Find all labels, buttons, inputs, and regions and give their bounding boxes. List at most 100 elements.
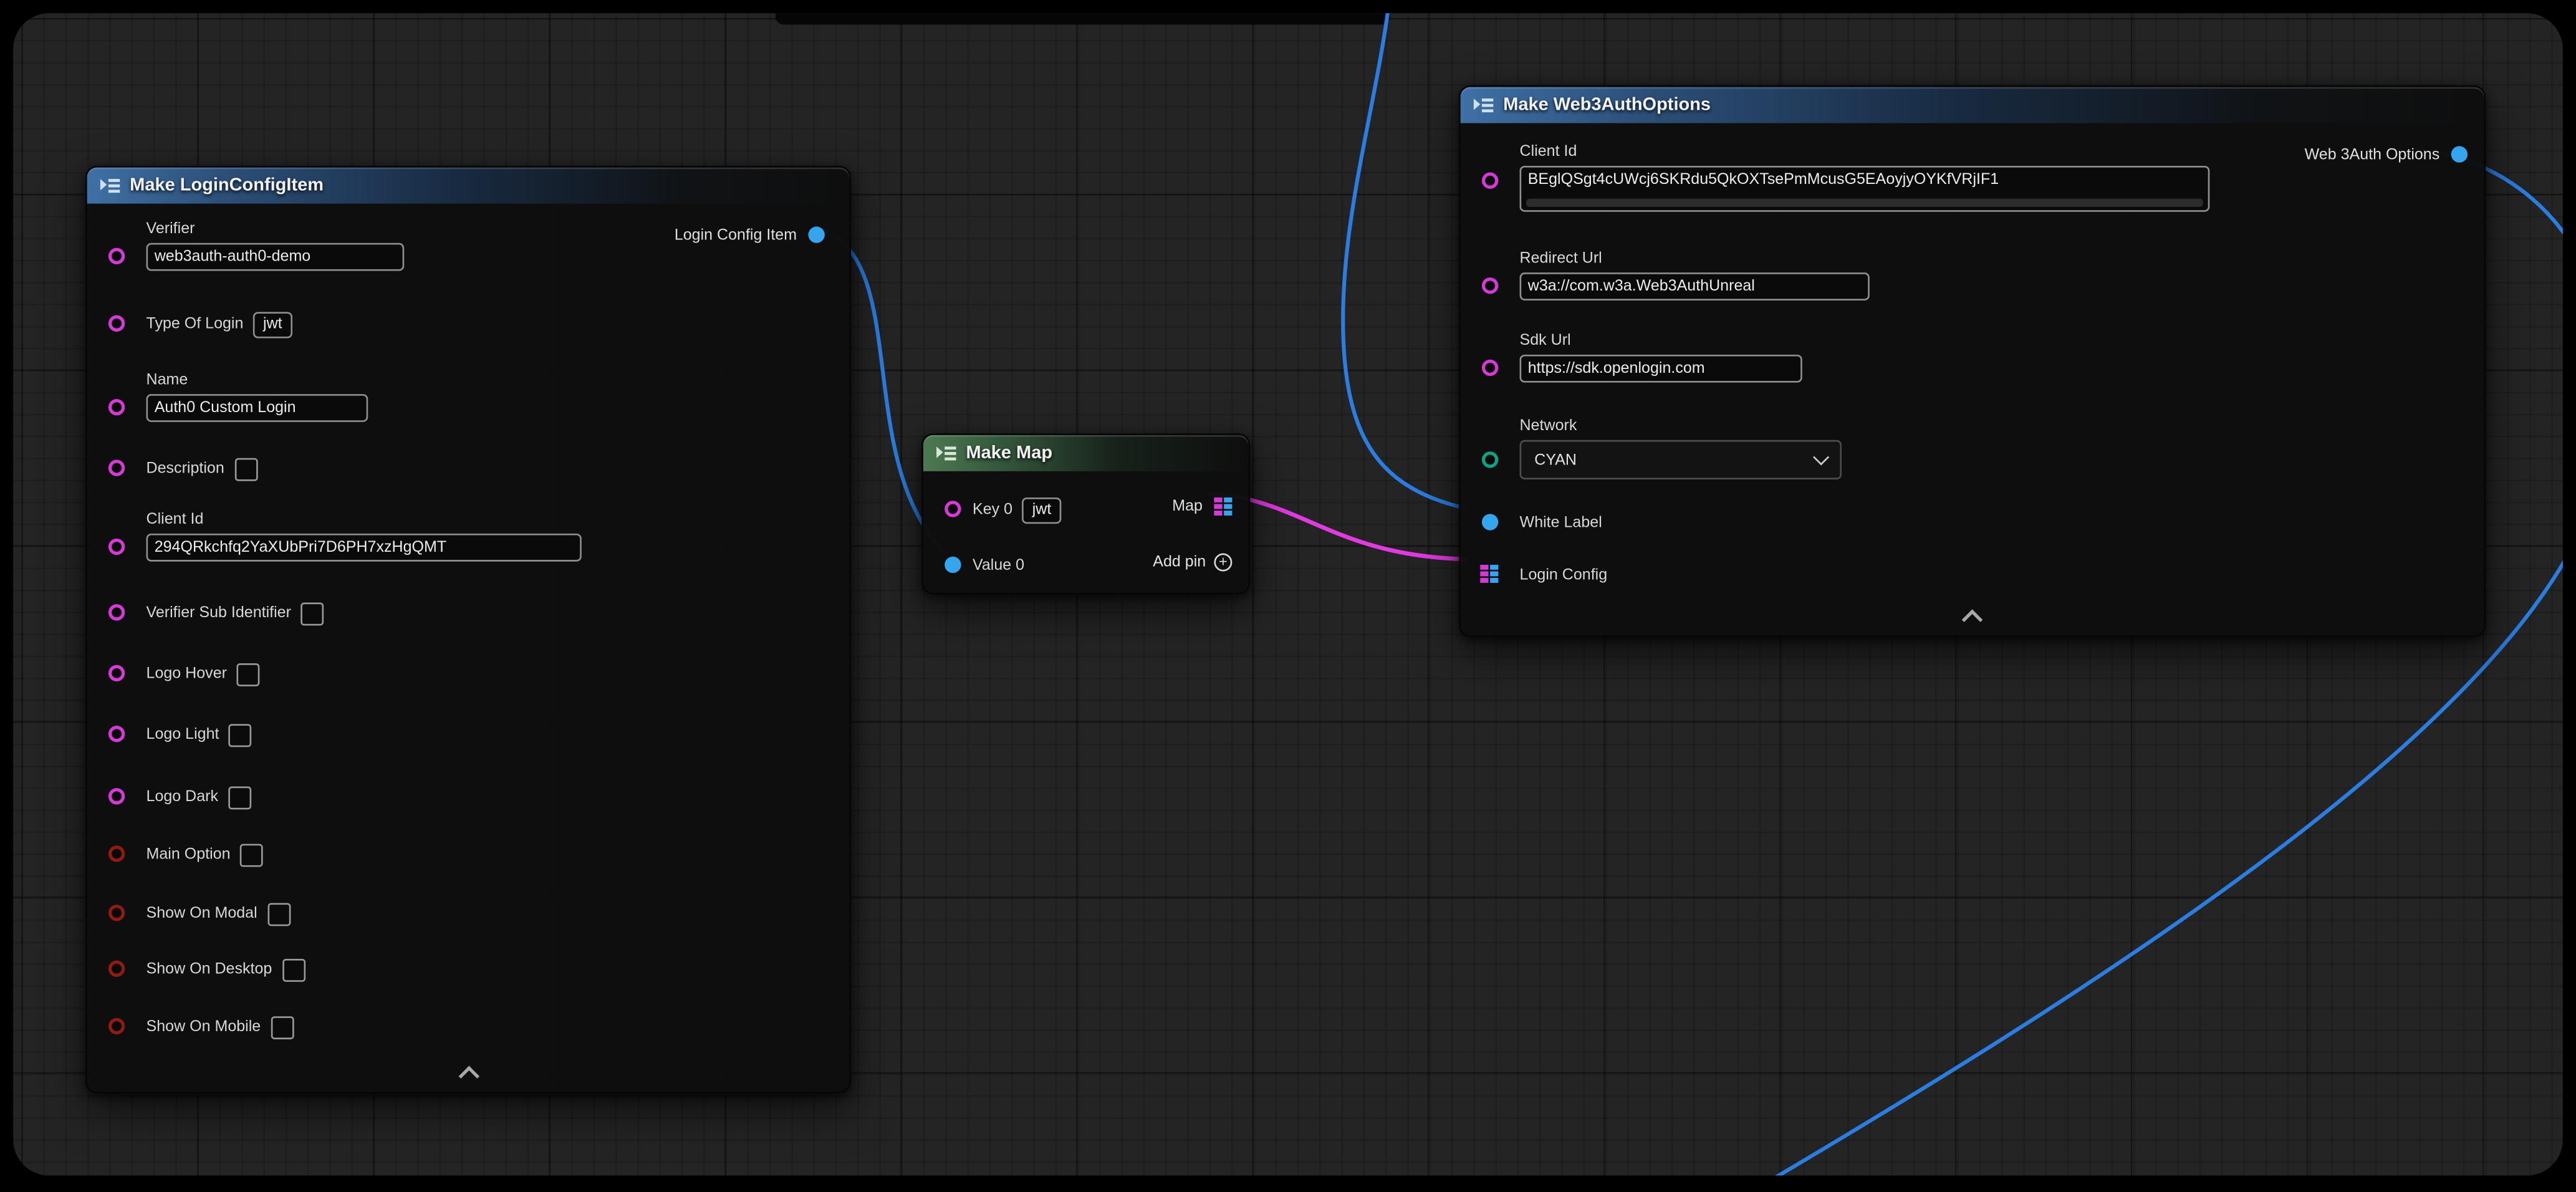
pin-label: Description xyxy=(147,458,224,479)
row-show-on-modal: Show On Modal xyxy=(147,900,291,928)
pin-show-on-desktop[interactable] xyxy=(108,961,125,977)
node-header-make-web3authoptions[interactable]: Make Web3AuthOptions xyxy=(1461,87,2484,123)
network-dropdown[interactable]: CYAN xyxy=(1520,440,1842,479)
row-login-config: Login Config xyxy=(1520,562,1608,590)
node-make-loginconfigitem[interactable]: Make LoginConfigItem Login Config Item V… xyxy=(85,166,851,1093)
show-on-desktop-checkbox[interactable] xyxy=(282,958,305,981)
offscreen-node-edge xyxy=(776,13,1390,24)
pin-description[interactable] xyxy=(108,459,125,476)
pin-label: Show On Desktop xyxy=(147,959,272,980)
field-redirect-url: Redirect Url w3a://com.w3a.Web3AuthUnrea… xyxy=(1520,248,1870,300)
output-pin-label: Login Config Item xyxy=(675,226,797,244)
pin-verifier-sub-identifier[interactable] xyxy=(108,604,125,620)
output-row-login-config-item: Login Config Item xyxy=(675,223,825,246)
field-client-id: Client Id 294QRkchfq2YaXUbPri7D6PH7xzHgQ… xyxy=(147,509,582,561)
pin-name[interactable] xyxy=(108,399,125,415)
output-pin-label: Web 3Auth Options xyxy=(2305,145,2440,163)
pin-value-0[interactable] xyxy=(944,557,961,573)
redirect-url-input[interactable]: w3a://com.w3a.Web3AuthUnreal xyxy=(1520,272,1870,300)
row-logo-light: Logo Light xyxy=(147,721,252,749)
client-id-input[interactable]: 294QRkchfq2YaXUbPri7D6PH7xzHgQMT xyxy=(147,534,582,562)
node-collapse-button[interactable] xyxy=(87,1069,850,1084)
pin-label: Key 0 xyxy=(973,499,1012,521)
pin-network[interactable] xyxy=(1482,451,1498,468)
horizontal-scrollbar[interactable] xyxy=(1526,199,2203,207)
node-make-map[interactable]: Make Map Key 0 jwt Value 0 Map Add pin + xyxy=(921,433,1250,594)
row-white-label: White Label xyxy=(1520,509,1602,537)
pin-label: Verifier xyxy=(147,218,405,239)
pin-logo-light[interactable] xyxy=(108,726,125,742)
row-key-0: Key 0 jwt xyxy=(973,496,1061,524)
pin-white-label[interactable] xyxy=(1482,514,1498,530)
make-struct-icon xyxy=(100,176,120,195)
name-input[interactable]: Auth0 Custom Login xyxy=(147,394,368,422)
pin-label: Redirect Url xyxy=(1520,248,1870,269)
type-of-login-input[interactable]: jwt xyxy=(253,311,292,337)
pin-redirect-url[interactable] xyxy=(1482,277,1498,294)
pin-label: White Label xyxy=(1520,512,1602,534)
pin-label: Type Of Login xyxy=(147,314,244,335)
pin-key-0[interactable] xyxy=(944,501,961,517)
pin-show-on-mobile[interactable] xyxy=(108,1018,125,1034)
network-selected-value: CYAN xyxy=(1534,451,1577,469)
pin-type-of-login[interactable] xyxy=(108,315,125,332)
node-header-make-map[interactable]: Make Map xyxy=(923,435,1249,471)
row-verifier-sub-identifier: Verifier Sub Identifier xyxy=(147,599,324,627)
row-value-0: Value 0 xyxy=(973,552,1024,580)
node-title: Make LoginConfigItem xyxy=(130,176,324,196)
client-id-input[interactable]: BEglQSgt4cUWcj6SKRdu5QkOXTsePmMcusG5EAoy… xyxy=(1520,166,2210,212)
pin-label: Logo Dark xyxy=(147,786,219,807)
pin-label: Sdk Url xyxy=(1520,330,1802,351)
pin-web3auth-options-output[interactable] xyxy=(2451,146,2468,162)
plus-circle-icon: + xyxy=(1214,554,1232,572)
node-header-make-loginconfigitem[interactable]: Make LoginConfigItem xyxy=(87,168,850,204)
field-client-id: Client Id BEglQSgt4cUWcj6SKRdu5QkOXTsePm… xyxy=(1520,141,2210,211)
main-option-checkbox[interactable] xyxy=(240,843,263,866)
sdk-url-input[interactable]: https://sdk.openlogin.com xyxy=(1520,355,1802,383)
add-pin-label: Add pin xyxy=(1153,554,1206,572)
verifier-input[interactable]: web3auth-auth0-demo xyxy=(147,243,405,271)
pin-logo-hover[interactable] xyxy=(108,665,125,681)
logo-dark-input[interactable] xyxy=(228,786,251,809)
pin-label: Main Option xyxy=(147,844,231,865)
row-main-option: Main Option xyxy=(147,840,264,868)
pin-verifier[interactable] xyxy=(108,248,125,264)
node-collapse-button[interactable] xyxy=(1461,612,2484,627)
make-map-icon xyxy=(936,444,956,462)
pin-label: Network xyxy=(1520,415,1577,436)
row-show-on-desktop: Show On Desktop xyxy=(147,956,305,984)
add-pin-button[interactable]: Add pin + xyxy=(1153,554,1232,572)
verifier-sub-identifier-input[interactable] xyxy=(301,602,324,625)
blueprint-graph-canvas[interactable]: Make LoginConfigItem Login Config Item V… xyxy=(13,13,2563,1176)
blueprint-editor: Make LoginConfigItem Login Config Item V… xyxy=(0,0,2576,1192)
pin-show-on-modal[interactable] xyxy=(108,905,125,921)
pin-client-id[interactable] xyxy=(108,539,125,555)
node-make-web3authoptions[interactable]: Make Web3AuthOptions Web 3Auth Options C… xyxy=(1459,85,2486,637)
node-title: Make Map xyxy=(966,443,1052,463)
wire-offscreen-to-white-label[interactable] xyxy=(1343,13,1464,508)
chevron-up-icon xyxy=(458,1066,479,1087)
pin-label: Show On Modal xyxy=(147,903,257,924)
field-name: Name Auth0 Custom Login xyxy=(147,370,368,422)
key-0-input[interactable]: jwt xyxy=(1022,497,1061,523)
pin-sdk-url[interactable] xyxy=(1482,360,1498,376)
field-sdk-url: Sdk Url https://sdk.openlogin.com xyxy=(1520,330,1802,382)
pin-client-id[interactable] xyxy=(1482,173,1498,189)
row-logo-dark: Logo Dark xyxy=(147,783,251,811)
row-type-of-login: Type Of Login jwt xyxy=(147,310,292,339)
show-on-modal-checkbox[interactable] xyxy=(267,902,290,925)
pin-logo-dark[interactable] xyxy=(108,788,125,804)
pin-login-config-item-output[interactable] xyxy=(809,226,825,243)
pin-main-option[interactable] xyxy=(108,845,125,862)
logo-light-input[interactable] xyxy=(229,723,252,746)
pin-label: Value 0 xyxy=(973,555,1024,576)
show-on-mobile-checkbox[interactable] xyxy=(271,1016,294,1039)
row-logo-hover: Logo Hover xyxy=(147,660,260,688)
description-input[interactable] xyxy=(234,457,257,480)
pin-label: Client Id xyxy=(147,509,582,530)
logo-hover-input[interactable] xyxy=(237,663,260,686)
pin-map-output[interactable] xyxy=(1214,497,1232,515)
pin-login-config[interactable] xyxy=(1480,565,1498,583)
output-row-map: Map xyxy=(1172,494,1232,517)
row-description: Description xyxy=(147,455,257,483)
